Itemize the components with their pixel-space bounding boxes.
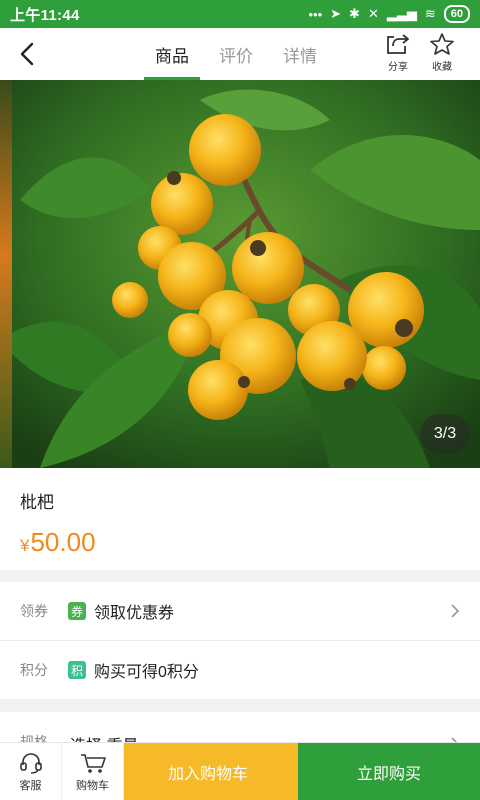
image-counter: 3/3 bbox=[420, 414, 470, 454]
cart-label: 购物车 bbox=[76, 779, 109, 792]
nav-bar: 商品 评价 详情 分享 收藏 bbox=[0, 28, 480, 80]
coupon-key: 领券 bbox=[20, 603, 48, 619]
points-value: 购买可得0积分 bbox=[94, 664, 199, 681]
points-tag-icon: 积 bbox=[68, 661, 86, 679]
coupon-row[interactable]: 领券 券 领取优惠券 bbox=[0, 582, 480, 640]
product-info: 枇杷 ¥50.00 bbox=[0, 468, 480, 570]
share-icon bbox=[387, 34, 409, 54]
headset-icon bbox=[19, 752, 42, 774]
battery-icon: 60 bbox=[443, 5, 470, 23]
star-icon bbox=[430, 33, 454, 55]
favorite-label: 收藏 bbox=[432, 62, 452, 73]
previous-image-peek bbox=[0, 80, 12, 468]
favorite-button[interactable]: 收藏 bbox=[422, 32, 462, 76]
coupon-value: 领取优惠券 bbox=[94, 605, 175, 622]
points-key: 积分 bbox=[20, 662, 48, 678]
cart-button[interactable]: 购物车 bbox=[62, 743, 124, 800]
back-button[interactable] bbox=[12, 38, 42, 70]
bluetooth-icon: ✱ bbox=[349, 6, 360, 21]
coupon-tag-icon: 券 bbox=[68, 602, 86, 620]
buy-now-button[interactable]: 立即购买 bbox=[298, 743, 480, 800]
currency-symbol: ¥ bbox=[20, 536, 30, 555]
tab-bar: 商品 评价 详情 bbox=[140, 28, 332, 80]
mute-icon: ✕ bbox=[367, 6, 379, 21]
signal-icon: ▂▃▅ bbox=[386, 6, 417, 21]
product-name: 枇杷 bbox=[20, 493, 54, 512]
customer-service-button[interactable]: 客服 bbox=[0, 743, 62, 800]
loquat-fruit-photo bbox=[0, 80, 480, 468]
location-icon: ➤ bbox=[330, 6, 342, 21]
tab-reviews[interactable]: 评价 bbox=[204, 28, 268, 80]
share-label: 分享 bbox=[388, 62, 408, 73]
cart-icon bbox=[80, 753, 106, 773]
share-button[interactable]: 分享 bbox=[378, 32, 418, 76]
bottom-action-bar: 客服 购物车 加入购物车 立即购买 bbox=[0, 742, 480, 800]
status-bar: 上午11:44 ••• ➤ ✱ ✕ ▂▃▅ ≋ 60 bbox=[0, 0, 480, 28]
add-to-cart-button[interactable]: 加入购物车 bbox=[124, 743, 298, 800]
price-value: 50.00 bbox=[30, 527, 96, 557]
tab-details[interactable]: 详情 bbox=[268, 28, 332, 80]
points-row: 积分 积 购买可得0积分 bbox=[0, 641, 480, 699]
more-dots-icon: ••• bbox=[308, 6, 323, 22]
product-image-carousel[interactable]: 3/3 bbox=[0, 80, 480, 468]
status-icons: ••• ➤ ✱ ✕ ▂▃▅ ≋ 60 bbox=[308, 5, 470, 23]
back-arrow-icon bbox=[20, 42, 34, 66]
chevron-right-icon bbox=[451, 604, 460, 618]
status-time: 上午11:44 bbox=[10, 6, 80, 24]
customer-service-label: 客服 bbox=[19, 779, 42, 792]
wifi-icon: ≋ bbox=[424, 6, 436, 21]
tab-product[interactable]: 商品 bbox=[140, 28, 204, 80]
product-price: ¥50.00 bbox=[20, 527, 460, 558]
